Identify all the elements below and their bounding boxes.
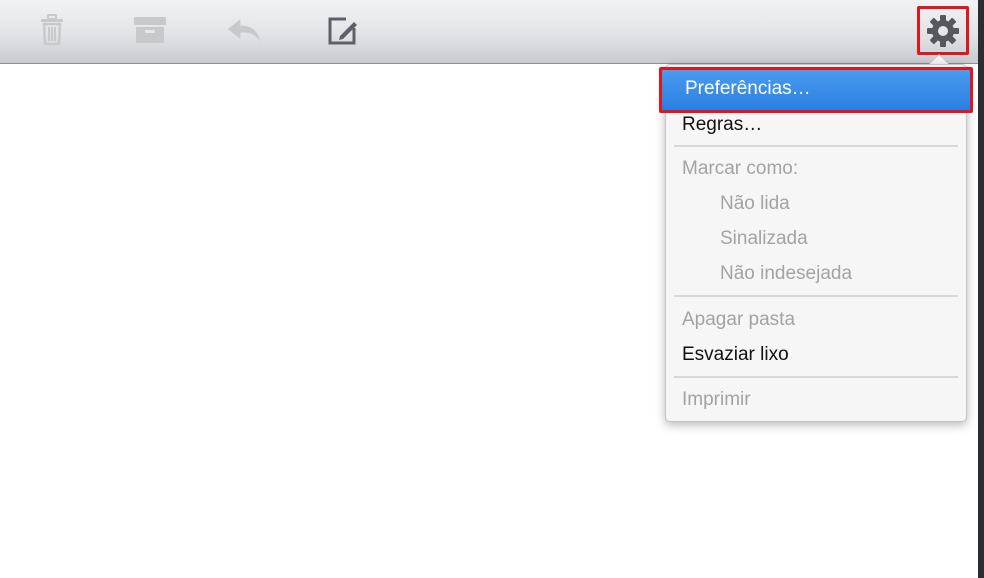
compose-button[interactable] <box>325 12 361 48</box>
compose-icon <box>328 17 357 45</box>
menu-label-mark-as: Marcar como: <box>682 158 799 179</box>
settings-menu: Preferências… Regras… Marcar como: Não l… <box>659 64 973 422</box>
trash-button[interactable] <box>34 12 70 48</box>
mail-window: Preferências… Regras… Marcar como: Não l… <box>0 0 984 578</box>
menu-item-delete-folder: Apagar pasta <box>682 309 796 330</box>
toolbar <box>0 0 978 64</box>
reply-button[interactable] <box>226 12 262 48</box>
menu-item-rules[interactable]: Regras… <box>666 108 966 142</box>
archive-icon <box>134 17 166 43</box>
menu-separator <box>674 376 958 378</box>
menu-item-preferences[interactable]: Preferências… <box>659 67 973 113</box>
menu-item-flagged: Sinalizada <box>720 228 808 249</box>
archive-button[interactable] <box>132 12 168 48</box>
gear-icon <box>927 14 959 47</box>
settings-gear-button[interactable] <box>917 6 969 55</box>
reply-icon <box>227 19 261 42</box>
menu-item-not-junk: Não indesejada <box>720 263 853 284</box>
window-edge <box>978 0 984 578</box>
menu-separator <box>674 295 958 297</box>
menu-separator <box>674 145 958 147</box>
menu-item-print: Imprimir <box>682 389 751 410</box>
menu-item-empty-trash[interactable]: Esvaziar lixo <box>666 338 966 372</box>
menu-item-unread: Não lida <box>720 193 790 214</box>
trash-icon <box>41 14 63 46</box>
